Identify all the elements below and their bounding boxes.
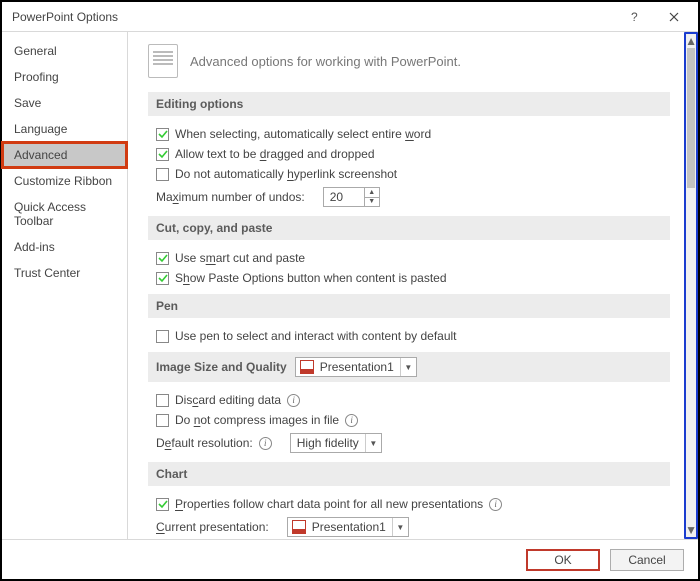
section-image-title: Image Size and Quality (156, 360, 287, 374)
label-default-resolution: Default resolution: (156, 436, 253, 450)
scroll-thumb[interactable] (687, 48, 695, 188)
section-ccp: Cut, copy, and paste (148, 216, 670, 240)
checkbox-no-compress[interactable] (156, 414, 169, 427)
label-drag-drop: Allow text to be dragged and dropped (175, 147, 375, 161)
scroll-down-icon[interactable]: ▼ (686, 523, 696, 537)
checkbox-discard-editing[interactable] (156, 394, 169, 407)
label-discard-editing: Discard editing data (175, 393, 281, 407)
label-current-presentation: Current presentation: (156, 520, 269, 534)
sidebar-item-customize-ribbon[interactable]: Customize Ribbon (2, 168, 127, 194)
spin-max-undos-input[interactable] (324, 188, 364, 206)
label-smart-cut-paste: Use smart cut and paste (175, 251, 305, 265)
label-paste-options: Show Paste Options button when content i… (175, 271, 447, 285)
section-pen: Pen (148, 294, 670, 318)
info-icon[interactable]: i (259, 437, 272, 450)
info-icon[interactable]: i (345, 414, 358, 427)
ok-button[interactable]: OK (526, 549, 600, 571)
sidebar-item-proofing[interactable]: Proofing (2, 64, 127, 90)
section-image: Image Size and Quality Presentation1 ▼ (148, 352, 670, 382)
combo-image-target[interactable]: Presentation1 ▼ (295, 357, 417, 377)
section-editing: Editing options (148, 92, 670, 116)
checkbox-smart-cut-paste[interactable] (156, 252, 169, 265)
page-icon (148, 44, 178, 78)
label-no-compress: Do not compress images in file (175, 413, 339, 427)
chevron-down-icon: ▼ (392, 518, 408, 536)
info-icon[interactable]: i (489, 498, 502, 511)
close-button[interactable] (654, 3, 694, 31)
scroll-up-icon[interactable]: ▲ (686, 34, 696, 48)
vertical-scrollbar[interactable]: ▲ ▼ (684, 32, 698, 539)
svg-text:?: ? (631, 12, 638, 22)
label-chart-all-new: Properties follow chart data point for a… (175, 497, 483, 511)
cancel-button[interactable]: Cancel (610, 549, 684, 571)
label-select-entire-word: When selecting, automatically select ent… (175, 127, 431, 141)
dialog-footer: OK Cancel (2, 539, 698, 579)
sidebar-item-advanced[interactable]: Advanced (2, 142, 127, 168)
sidebar: General Proofing Save Language Advanced … (2, 32, 128, 539)
window-title: PowerPoint Options (12, 10, 614, 24)
checkbox-use-pen[interactable] (156, 330, 169, 343)
presentation-icon (292, 520, 306, 534)
sidebar-item-language[interactable]: Language (2, 116, 127, 142)
help-button[interactable]: ? (614, 3, 654, 31)
checkbox-select-entire-word[interactable] (156, 128, 169, 141)
spin-max-undos[interactable]: ▲▼ (323, 187, 380, 207)
spin-down-icon[interactable]: ▼ (365, 198, 379, 207)
info-icon[interactable]: i (287, 394, 300, 407)
section-chart: Chart (148, 462, 670, 486)
sidebar-item-trust-center[interactable]: Trust Center (2, 260, 127, 286)
sidebar-item-general[interactable]: General (2, 38, 127, 64)
spin-up-icon[interactable]: ▲ (365, 188, 379, 198)
checkbox-drag-drop[interactable] (156, 148, 169, 161)
chevron-down-icon: ▼ (365, 434, 381, 452)
titlebar: PowerPoint Options ? (2, 2, 698, 32)
chevron-down-icon: ▼ (400, 358, 416, 376)
label-max-undos: Maximum number of undos: (156, 190, 305, 204)
sidebar-item-addins[interactable]: Add-ins (2, 234, 127, 260)
page-title: Advanced options for working with PowerP… (190, 54, 461, 69)
label-hyperlink-screenshot: Do not automatically hyperlink screensho… (175, 167, 397, 181)
label-use-pen: Use pen to select and interact with cont… (175, 329, 457, 343)
sidebar-item-save[interactable]: Save (2, 90, 127, 116)
combo-image-target-value: Presentation1 (314, 360, 400, 374)
checkbox-paste-options[interactable] (156, 272, 169, 285)
sidebar-item-qat[interactable]: Quick Access Toolbar (2, 194, 127, 234)
combo-default-resolution-value: High fidelity (291, 436, 365, 450)
combo-current-presentation-value: Presentation1 (306, 520, 392, 534)
combo-default-resolution[interactable]: High fidelity ▼ (290, 433, 382, 453)
combo-current-presentation[interactable]: Presentation1 ▼ (287, 517, 409, 537)
checkbox-chart-all-new[interactable] (156, 498, 169, 511)
presentation-icon (300, 360, 314, 374)
checkbox-hyperlink-screenshot[interactable] (156, 168, 169, 181)
content-pane: Advanced options for working with PowerP… (128, 32, 684, 539)
